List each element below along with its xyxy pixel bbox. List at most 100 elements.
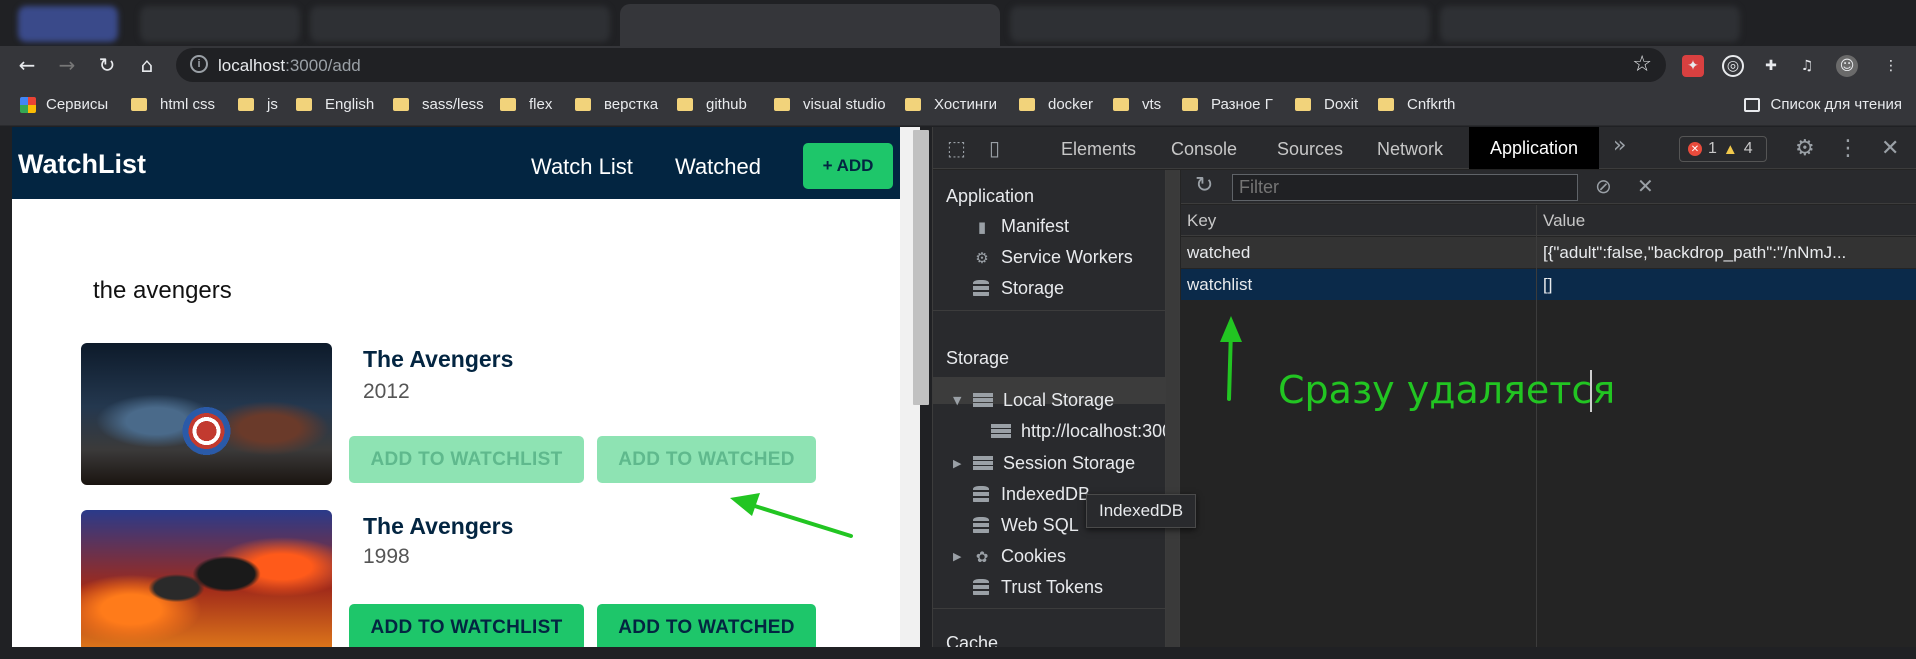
sidebar-item-storage[interactable]: Storage [973,278,1064,299]
page-scrollbar-thumb[interactable] [913,130,929,405]
database-icon [973,485,989,504]
bookmark-star-icon[interactable]: ☆ [1632,52,1652,77]
row-key[interactable]: watchlist [1181,269,1536,300]
app-header: WatchList Watch List Watched + ADD [12,127,912,199]
bookmark-folder[interactable]: Cnfkrth [1378,96,1455,113]
tab-console[interactable]: Console [1171,139,1237,160]
sidebar-item-manifest[interactable]: ▮ Manifest [973,216,1069,237]
extension-target-icon[interactable]: ◎ [1722,55,1744,77]
address-bar[interactable]: i localhost:3000/add ☆ [176,48,1666,82]
bookmark-folder[interactable]: github [677,96,747,113]
site-info-icon[interactable]: i [190,55,208,73]
home-icon[interactable]: ⌂ [134,52,160,78]
profile-avatar[interactable]: ☺ [1836,55,1858,77]
browser-tab[interactable] [140,6,300,42]
device-toolbar-icon[interactable]: ▯ [989,136,1000,160]
reload-icon[interactable]: ↻ [94,52,120,78]
add-button[interactable]: + ADD [803,143,893,189]
expand-open-icon[interactable]: ▼ [953,394,967,407]
file-icon: ▮ [977,217,987,236]
movie-year: 1998 [363,545,410,568]
add-to-watched-button[interactable]: ADD TO WATCHED [597,604,816,647]
browser-menu-icon[interactable]: ⋮ [1880,55,1902,77]
column-header-value[interactable]: Value [1537,205,1916,236]
sidebar-item-service-workers[interactable]: ⚙ Service Workers [973,247,1132,268]
bookmark-folder[interactable]: html css [131,96,215,113]
bookmark-folder[interactable]: vts [1113,96,1161,113]
result-card: The Avengers 2012 ADD TO WATCHLIST ADD T… [81,343,861,485]
bookmark-folder[interactable]: visual studio [774,96,886,113]
database-icon [973,578,989,597]
apps-icon [20,96,36,113]
row-value[interactable]: [] [1537,269,1916,300]
add-to-watchlist-button[interactable]: ADD TO WATCHLIST [349,604,584,647]
settings-gear-icon[interactable]: ⚙ [1795,136,1815,161]
add-to-watchlist-button[interactable]: ADD TO WATCHLIST [349,436,584,483]
brand-logo[interactable]: WatchList [18,149,146,180]
close-devtools-icon[interactable]: ✕ [1881,136,1899,161]
more-tabs-icon[interactable]: » [1613,133,1626,158]
gear-icon: ⚙ [975,248,989,267]
tab-network[interactable]: Network [1377,139,1443,160]
sidebar-item-local-storage[interactable]: ▼ Local Storage [953,390,1114,411]
add-to-watched-button[interactable]: ADD TO WATCHED [597,436,816,483]
sidebar-item-session-storage[interactable]: ▶ Session Storage [953,453,1135,474]
expand-closed-icon[interactable]: ▶ [953,457,967,470]
folder-icon [905,98,921,111]
sidebar-section-cache: Cache [946,633,999,647]
bookmark-apps[interactable]: Сервисы [20,96,108,113]
nav-watchlist-link[interactable]: Watch List [531,154,633,180]
reading-list[interactable]: Список для чтения [1744,96,1902,113]
warning-count: 4 [1743,140,1753,157]
nav-watched-link[interactable]: Watched [675,154,761,180]
bookmark-folder[interactable]: верстка [575,96,658,113]
bookmark-folder[interactable]: Хостинги [905,96,997,113]
issues-badge[interactable]: ✕ 1 ▲ 4 [1679,136,1767,162]
text-cursor [1590,370,1592,412]
movie-poster [81,510,332,647]
sidebar-scrollbar[interactable] [1166,170,1180,647]
row-value[interactable]: [{"adult":false,"backdrop_path":"/nNmJ..… [1537,237,1916,268]
bookmark-folder[interactable]: flex [500,96,552,113]
browser-tab-active[interactable] [620,4,1000,46]
folder-icon [131,98,147,111]
sidebar-item-websql[interactable]: Web SQL [973,515,1079,536]
sidebar-item-cookies[interactable]: ▶ ✿ Cookies [953,546,1066,567]
tab-application[interactable]: Application [1469,127,1599,169]
devtools-menu-icon[interactable]: ⋮ [1837,136,1859,161]
media-control-icon[interactable]: ♫ [1796,55,1818,77]
forward-icon[interactable]: → [54,52,80,78]
filter-input[interactable] [1232,174,1578,201]
screenshot-root: ← → ↻ ⌂ i localhost:3000/add ☆ ✦ ◎ ✚ ♫ ☺… [0,0,1916,659]
sidebar-item-trust-tokens[interactable]: Trust Tokens [973,577,1103,598]
extensions-puzzle-icon[interactable]: ✚ [1760,55,1782,77]
bookmark-folder[interactable]: docker [1019,96,1093,113]
sidebar-item-localhost-origin[interactable]: http://localhost:3000 [991,421,1165,442]
sidebar-item-indexeddb[interactable]: IndexedDB [973,484,1090,505]
sidebar-divider [933,608,1165,609]
bookmark-folder[interactable]: sass/less [393,96,484,113]
sidebar-section-application: Application [946,186,1035,206]
browser-tab[interactable] [1440,6,1740,42]
bookmark-folder[interactable]: English [296,96,374,113]
clear-all-icon[interactable]: ⊘ [1595,174,1612,198]
browser-tab[interactable] [1010,6,1430,42]
tab-elements[interactable]: Elements [1061,139,1136,160]
browser-tab[interactable] [310,6,610,42]
delete-selected-icon[interactable]: ✕ [1637,174,1654,198]
row-key[interactable]: watched [1181,237,1536,268]
bookmark-folder[interactable]: Разное Г [1182,96,1273,113]
refresh-icon[interactable]: ↻ [1195,173,1213,198]
browser-tab[interactable] [18,6,118,42]
bookmark-folder[interactable]: js [238,96,278,113]
search-input[interactable]: the avengers [93,277,232,305]
inspect-element-icon[interactable]: ⬚ [947,136,966,160]
tab-sources[interactable]: Sources [1277,139,1343,160]
back-icon[interactable]: ← [14,52,40,78]
folder-icon [774,98,790,111]
extension-icon[interactable]: ✦ [1682,55,1704,77]
column-header-key[interactable]: Key [1181,205,1536,236]
annotation-text: Сразу удаляется [1278,368,1616,412]
expand-closed-icon[interactable]: ▶ [953,550,967,563]
bookmark-folder[interactable]: Doxit [1295,96,1358,113]
